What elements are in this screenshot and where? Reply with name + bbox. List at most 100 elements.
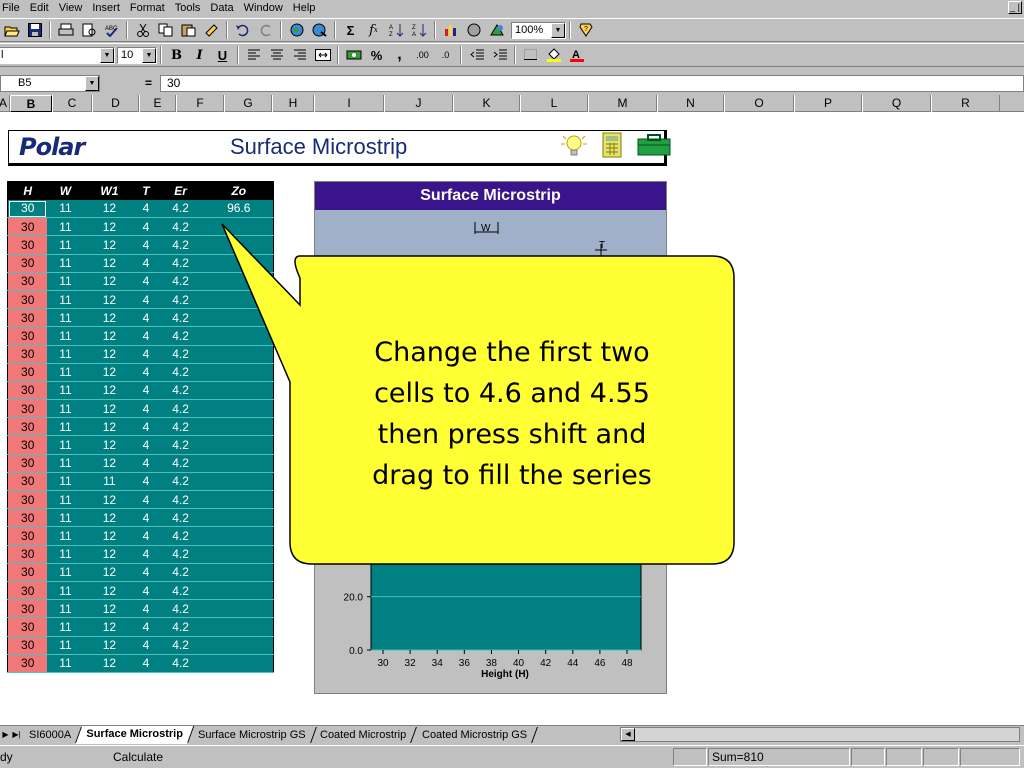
cell-h[interactable]: 30 bbox=[7, 272, 48, 291]
cell-zo[interactable] bbox=[204, 617, 274, 637]
cell-w1[interactable]: 12 bbox=[83, 290, 136, 310]
cell-er[interactable]: 4.2 bbox=[156, 417, 205, 437]
cell-zo[interactable] bbox=[204, 326, 274, 346]
column-header-f[interactable]: F bbox=[176, 95, 224, 112]
percent-button[interactable]: % bbox=[365, 45, 388, 66]
cell-w1[interactable]: 12 bbox=[83, 435, 136, 455]
cell-t[interactable]: 4 bbox=[135, 417, 157, 437]
zoom-combo[interactable]: 100% ▼ bbox=[511, 21, 566, 39]
cell-zo[interactable] bbox=[204, 235, 274, 255]
cell-w1[interactable]: 12 bbox=[83, 308, 136, 328]
cell-w[interactable]: 11 bbox=[47, 435, 84, 455]
font-size-combo[interactable]: 10 ▼ bbox=[117, 46, 157, 64]
cell-er[interactable]: 4.2 bbox=[156, 399, 205, 419]
column-header-i[interactable]: I bbox=[314, 95, 384, 112]
cell-h[interactable]: 30 bbox=[7, 636, 48, 655]
cell-er[interactable]: 4.2 bbox=[156, 545, 205, 564]
cell-zo[interactable] bbox=[204, 345, 274, 364]
cell-t[interactable]: 4 bbox=[135, 199, 157, 219]
column-header-a[interactable]: A bbox=[0, 95, 10, 112]
column-header-e[interactable]: E bbox=[139, 95, 176, 112]
column-header-d[interactable]: D bbox=[92, 95, 139, 112]
cell-w1[interactable]: 12 bbox=[83, 581, 136, 601]
cell-w[interactable]: 11 bbox=[47, 217, 84, 237]
cell-w[interactable]: 11 bbox=[47, 235, 84, 255]
cell-h[interactable]: 30 bbox=[7, 454, 48, 473]
cell-t[interactable]: 4 bbox=[135, 345, 157, 364]
cell-t[interactable]: 4 bbox=[135, 545, 157, 564]
cell-h[interactable]: 30 bbox=[7, 217, 48, 237]
increase-decimal-button[interactable]: .00 bbox=[411, 45, 434, 66]
cell-w[interactable]: 11 bbox=[47, 199, 84, 219]
header-w[interactable]: W bbox=[47, 181, 84, 200]
column-header-j[interactable]: J bbox=[384, 95, 453, 112]
cell-t[interactable]: 4 bbox=[135, 581, 157, 601]
cell-zo[interactable] bbox=[204, 417, 274, 437]
cell-t[interactable]: 4 bbox=[135, 435, 157, 455]
cell-zo[interactable] bbox=[204, 272, 274, 291]
header-t[interactable]: T bbox=[135, 181, 157, 200]
menu-view[interactable]: View bbox=[54, 0, 88, 17]
fill-color-icon[interactable] bbox=[542, 45, 565, 66]
formula-input[interactable]: 30 bbox=[160, 75, 1024, 92]
cell-t[interactable]: 4 bbox=[135, 563, 157, 582]
restore-window-button[interactable]: _ | bbox=[1008, 1, 1022, 14]
cell-zo[interactable] bbox=[204, 563, 274, 582]
menu-insert[interactable]: Insert bbox=[87, 0, 125, 17]
cell-er[interactable]: 4.2 bbox=[156, 308, 205, 328]
column-header-r[interactable]: R bbox=[931, 95, 1000, 112]
column-header-m[interactable]: M bbox=[588, 95, 657, 112]
redo-icon[interactable] bbox=[254, 20, 277, 41]
cell-h[interactable]: 30 bbox=[7, 363, 48, 382]
cell-t[interactable]: 4 bbox=[135, 472, 157, 492]
cell-w[interactable]: 11 bbox=[47, 290, 84, 310]
cell-er[interactable]: 4.2 bbox=[156, 581, 205, 601]
cell-w1[interactable]: 12 bbox=[83, 617, 136, 637]
cell-h[interactable]: 30 bbox=[7, 290, 48, 310]
cell-h[interactable]: 30 bbox=[7, 345, 48, 364]
underline-button[interactable]: U bbox=[211, 45, 234, 66]
cell-zo[interactable] bbox=[204, 217, 274, 237]
cell-w1[interactable]: 11 bbox=[83, 472, 136, 492]
tab-surface-microstrip-gs[interactable]: Surface Microstrip GS bbox=[187, 726, 317, 743]
sort-descending-icon[interactable]: ZA bbox=[408, 20, 431, 41]
cell-w[interactable]: 11 bbox=[47, 581, 84, 601]
cell-er[interactable]: 4.2 bbox=[156, 326, 205, 346]
chart-wizard-icon[interactable] bbox=[439, 20, 462, 41]
sort-ascending-icon[interactable]: AZ bbox=[385, 20, 408, 41]
cell-er[interactable]: 4.2 bbox=[156, 654, 205, 673]
cell-w1[interactable]: 12 bbox=[83, 636, 136, 655]
cell-h[interactable]: 30 bbox=[7, 435, 48, 455]
cell-t[interactable]: 4 bbox=[135, 326, 157, 346]
cell-t[interactable]: 4 bbox=[135, 272, 157, 291]
cell-er[interactable]: 4.2 bbox=[156, 363, 205, 382]
cell-w[interactable]: 11 bbox=[47, 399, 84, 419]
autosum-icon[interactable]: Σ bbox=[339, 20, 362, 41]
column-header-c[interactable]: C bbox=[52, 95, 92, 112]
spelling-icon[interactable]: ABC bbox=[100, 20, 123, 41]
column-header-h[interactable]: H bbox=[272, 95, 314, 112]
cell-h[interactable]: 30 bbox=[7, 417, 48, 437]
cell-h[interactable]: 30 bbox=[7, 490, 48, 510]
cell-zo[interactable] bbox=[204, 599, 274, 619]
print-preview-icon[interactable] bbox=[77, 20, 100, 41]
cell-t[interactable]: 4 bbox=[135, 617, 157, 637]
cell-w1[interactable]: 12 bbox=[83, 399, 136, 419]
cell-w[interactable]: 11 bbox=[47, 654, 84, 673]
bold-button[interactable]: B bbox=[165, 45, 188, 66]
cell-er[interactable]: 4.2 bbox=[156, 235, 205, 255]
cell-t[interactable]: 4 bbox=[135, 508, 157, 528]
align-center-icon[interactable] bbox=[265, 45, 288, 66]
cell-h[interactable]: 30 bbox=[7, 526, 48, 546]
undo-icon[interactable] bbox=[231, 20, 254, 41]
cell-er[interactable]: 4.2 bbox=[156, 217, 205, 237]
cell-t[interactable]: 4 bbox=[135, 254, 157, 273]
paste-icon[interactable] bbox=[177, 20, 200, 41]
cell-w1[interactable]: 12 bbox=[83, 654, 136, 673]
cell-zo[interactable] bbox=[204, 472, 274, 492]
cell-h[interactable]: 30 bbox=[7, 545, 48, 564]
cell-w[interactable]: 11 bbox=[47, 526, 84, 546]
cell-h[interactable]: 30 bbox=[7, 399, 48, 419]
comma-button[interactable]: , bbox=[388, 45, 411, 66]
cell-er[interactable]: 4.2 bbox=[156, 563, 205, 582]
